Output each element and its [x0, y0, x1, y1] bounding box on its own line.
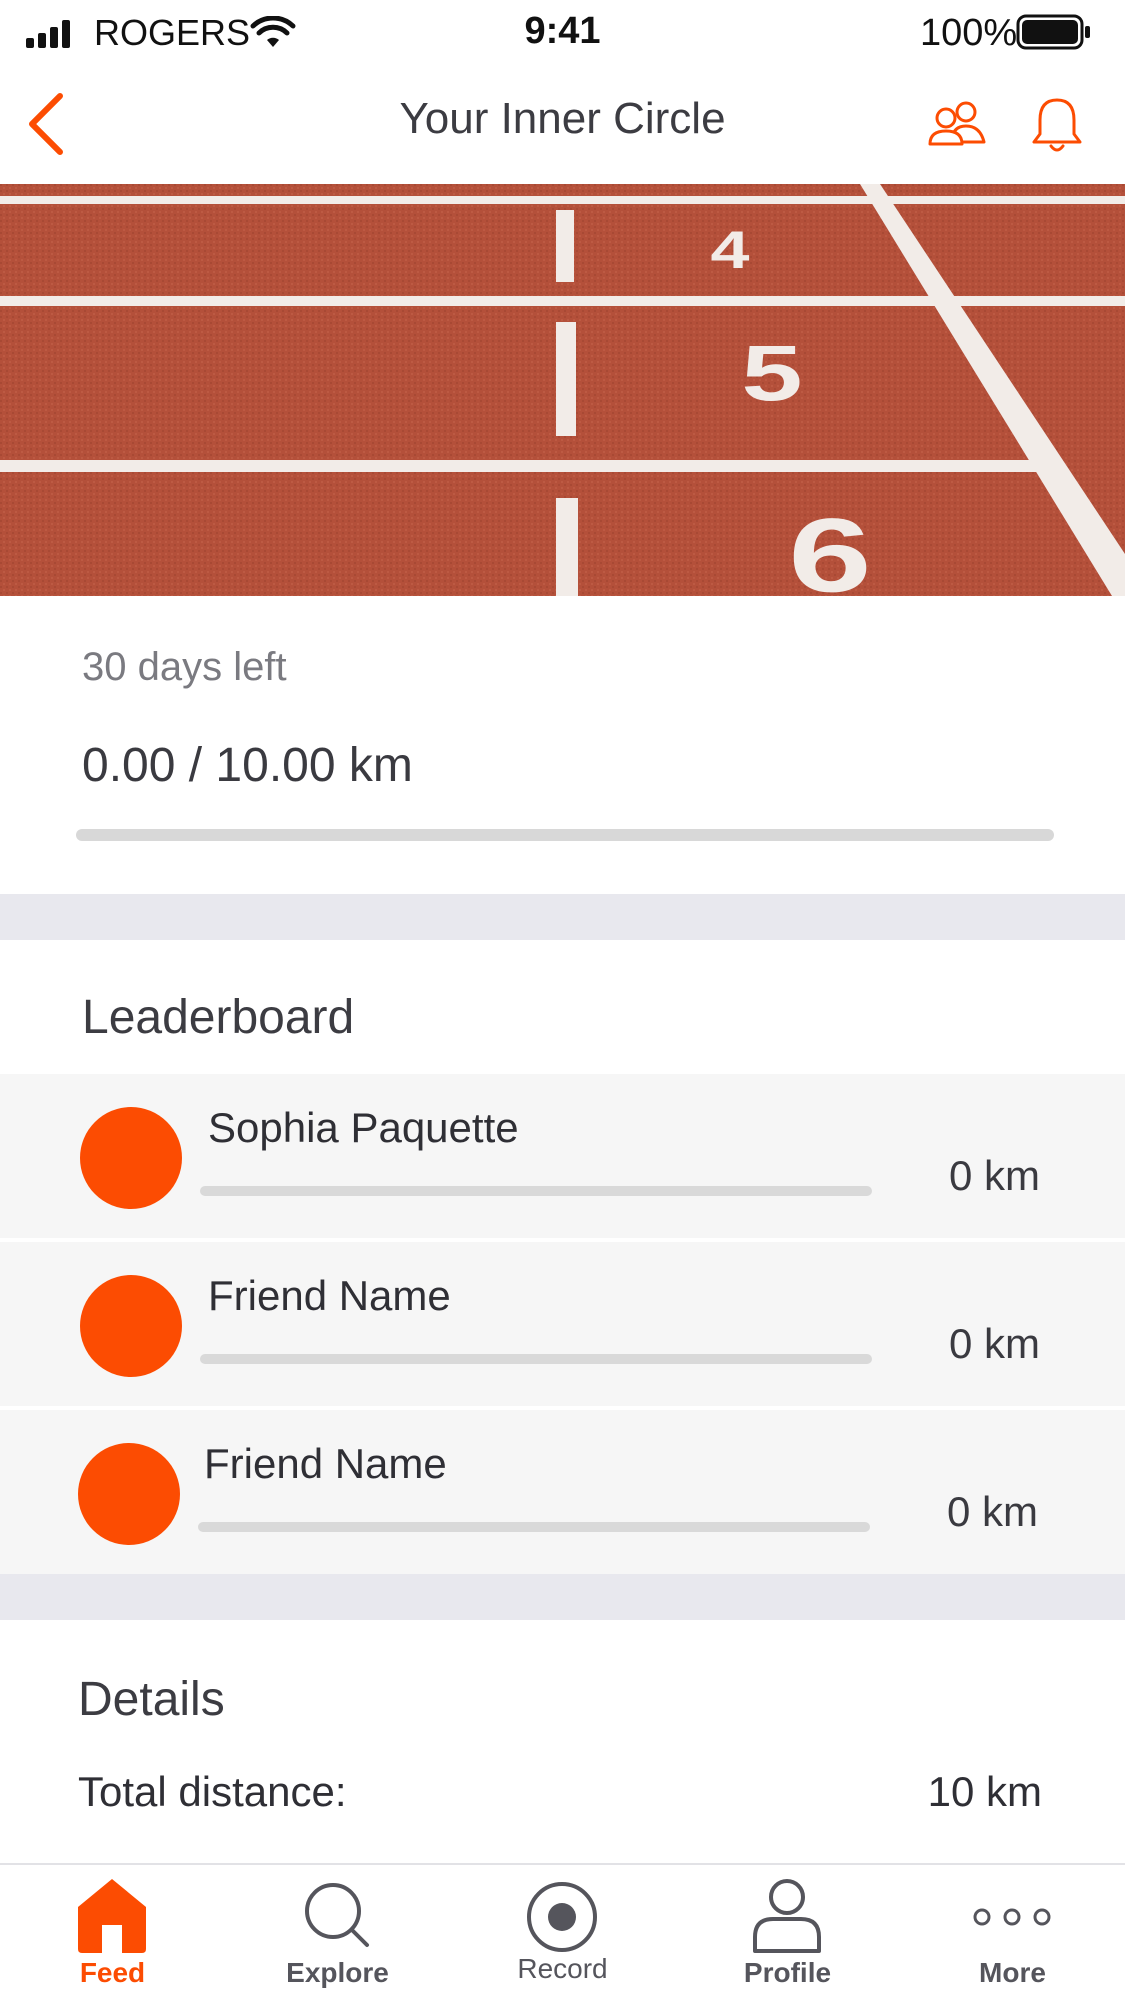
avatar	[78, 1443, 180, 1545]
distance-progress-text: 0.00 / 10.00 km	[82, 739, 413, 792]
leaderboard-row[interactable]: Sophia Paquette 0 km	[0, 1074, 1125, 1238]
challenge-progress-bar	[76, 829, 1054, 841]
leaderboard-title: Leaderboard	[82, 991, 355, 1044]
tab-profile[interactable]: Profile	[675, 1865, 900, 2003]
status-bar: ROGERS 9:41 100%	[0, 0, 1125, 68]
tab-more[interactable]: More	[900, 1865, 1125, 2003]
total-distance-label: Total distance:	[78, 1768, 347, 1815]
section-divider	[0, 1574, 1125, 1620]
tab-label: Profile	[743, 1957, 832, 1988]
navigation-bar: Your Inner Circle	[0, 68, 1125, 184]
group-members-icon[interactable]	[926, 98, 990, 148]
friend-distance: 0 km	[948, 1152, 1040, 1199]
details-title: Details	[78, 1673, 225, 1726]
lane-number: 5	[741, 329, 802, 417]
friend-distance: 0 km	[948, 1320, 1040, 1367]
friend-name: Friend Name	[204, 1440, 447, 1487]
friend-distance: 0 km	[946, 1488, 1038, 1535]
battery-percent: 100%	[920, 12, 1018, 54]
hero-track-image: 4 5 6	[0, 184, 1125, 596]
friend-progress-bar	[198, 1522, 870, 1532]
tab-label: More	[979, 1957, 1046, 1988]
tab-record[interactable]: Record	[450, 1865, 675, 2003]
tab-label: Explore	[286, 1957, 389, 1988]
section-divider	[0, 894, 1125, 940]
search-icon	[305, 1883, 369, 1947]
more-dots-icon	[973, 1908, 1051, 1926]
friend-progress-bar	[200, 1186, 872, 1196]
tab-bar: Feed Explore Record Profile More	[0, 1863, 1125, 2003]
tab-feed[interactable]: Feed	[0, 1865, 225, 2003]
tab-explore[interactable]: Explore	[225, 1865, 450, 2003]
track-illustration: 4 5 6	[0, 184, 1125, 596]
avatar	[80, 1107, 182, 1209]
friend-progress-bar	[200, 1354, 872, 1364]
home-icon	[78, 1879, 146, 1953]
record-icon	[527, 1882, 597, 1952]
notification-bell-icon[interactable]	[1030, 94, 1084, 156]
leaderboard-row[interactable]: Friend Name 0 km	[0, 1242, 1125, 1406]
total-distance-value: 10 km	[927, 1768, 1042, 1815]
avatar	[80, 1275, 182, 1377]
tab-label: Record	[517, 1953, 608, 1984]
tab-label: Feed	[79, 1957, 146, 1988]
lane-number: 4	[711, 221, 751, 280]
profile-icon	[753, 1879, 821, 1953]
friend-name: Sophia Paquette	[208, 1104, 519, 1151]
friend-name: Friend Name	[208, 1272, 451, 1319]
battery-icon	[1016, 14, 1090, 50]
leaderboard-row[interactable]: Friend Name 0 km	[0, 1410, 1125, 1574]
lane-number: 6	[788, 497, 871, 596]
days-left-label: 30 days left	[82, 645, 287, 689]
